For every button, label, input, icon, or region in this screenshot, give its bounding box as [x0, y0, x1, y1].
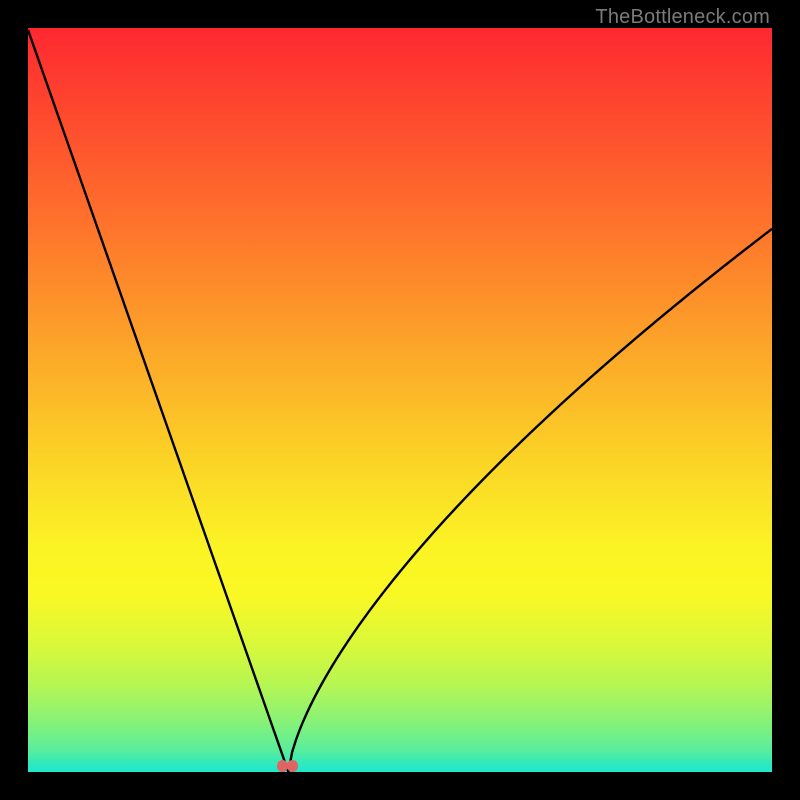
watermark-text: TheBottleneck.com: [595, 6, 770, 29]
bottleneck-curve: [28, 28, 772, 772]
curve-marker: [287, 760, 298, 771]
